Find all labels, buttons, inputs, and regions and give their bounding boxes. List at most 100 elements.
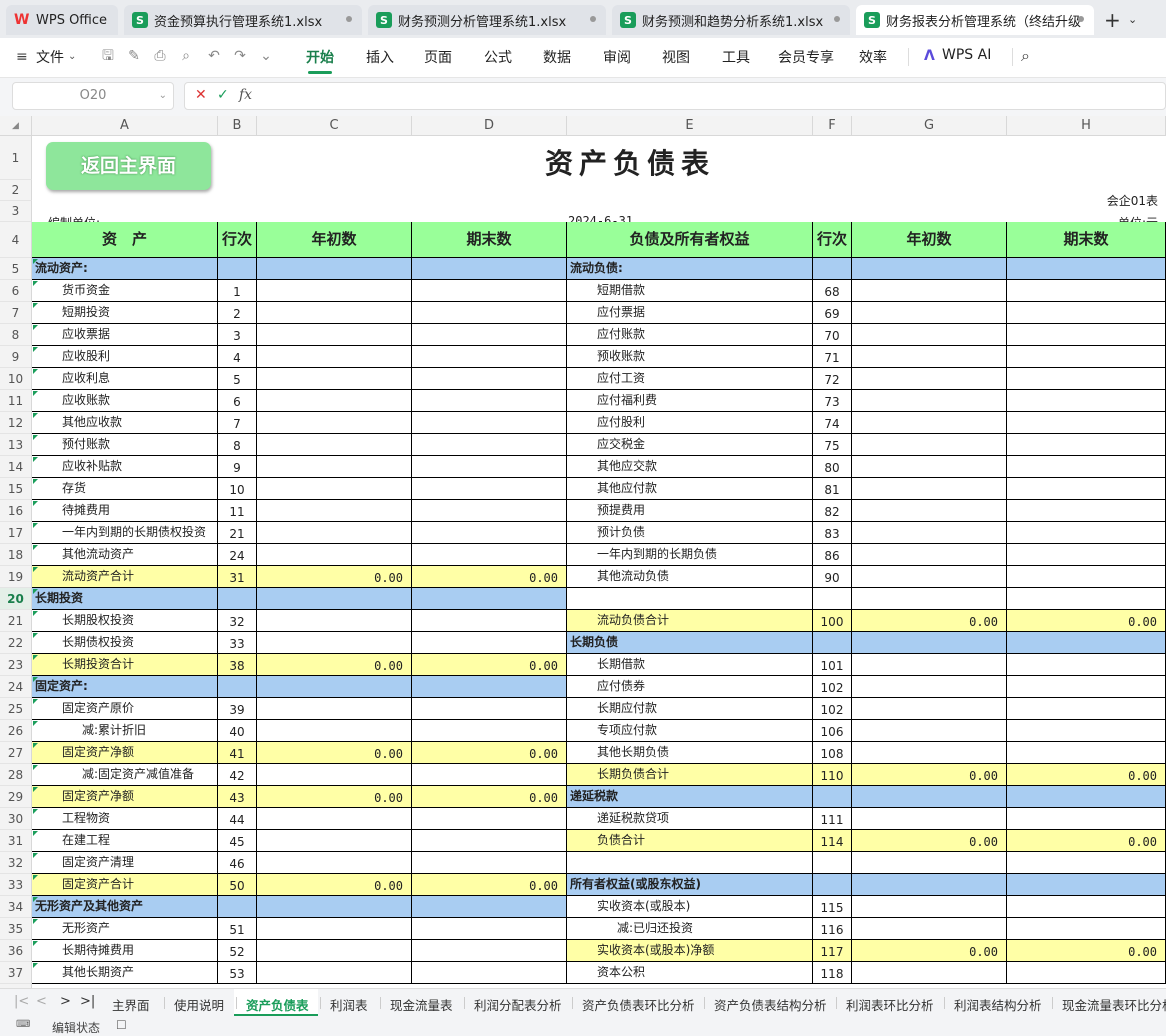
asset-closing-value[interactable] xyxy=(412,720,567,742)
asset-line-number[interactable]: 21 xyxy=(218,522,257,544)
row-header-26[interactable]: 26 xyxy=(0,720,32,742)
row-header-17[interactable]: 17 xyxy=(0,522,32,544)
row-header-33[interactable]: 33 xyxy=(0,874,32,896)
liability-line-number[interactable]: 116 xyxy=(813,918,852,940)
liability-closing-value[interactable] xyxy=(1007,412,1166,434)
menu-home[interactable]: 开始 xyxy=(306,47,334,74)
asset-closing-value[interactable] xyxy=(412,500,567,522)
asset-opening-value[interactable] xyxy=(257,764,412,786)
spreadsheet-grid[interactable]: ◢ A B C D E F G H 1 2 3 4 5 6 7 8 9 10 11 12 13 14 15 1… xyxy=(0,116,1166,988)
asset-item-label[interactable]: 长期股权投资 xyxy=(32,610,218,632)
column-header-h[interactable]: H xyxy=(1007,116,1166,136)
liability-closing-value[interactable] xyxy=(1007,632,1166,654)
asset-item-label[interactable]: 流动资产: xyxy=(32,258,218,280)
liability-item-label[interactable] xyxy=(567,852,813,874)
back-to-main-button[interactable]: 返回主界面 xyxy=(46,142,211,190)
asset-closing-value[interactable]: 0.00 xyxy=(412,742,567,764)
save-icon[interactable]: 🖫 xyxy=(100,48,116,64)
asset-opening-value[interactable] xyxy=(257,896,412,918)
asset-closing-value[interactable] xyxy=(412,346,567,368)
row-header-15[interactable]: 15 xyxy=(0,478,32,500)
asset-closing-value[interactable] xyxy=(412,918,567,940)
asset-line-number[interactable]: 31 xyxy=(218,566,257,588)
asset-opening-value[interactable] xyxy=(257,918,412,940)
liability-closing-value[interactable] xyxy=(1007,654,1166,676)
sheet-tab[interactable]: 资产负债表 xyxy=(246,995,309,1014)
liability-item-label[interactable]: 一年内到期的长期负债 xyxy=(567,544,813,566)
asset-opening-value[interactable]: 0.00 xyxy=(257,654,412,676)
asset-line-number[interactable]: 52 xyxy=(218,940,257,962)
liability-item-label[interactable]: 长期应付款 xyxy=(567,698,813,720)
asset-closing-value[interactable] xyxy=(412,478,567,500)
asset-opening-value[interactable] xyxy=(257,412,412,434)
sheet-tab[interactable]: 主界面 xyxy=(112,995,150,1014)
asset-opening-value[interactable] xyxy=(257,676,412,698)
asset-closing-value[interactable] xyxy=(412,324,567,346)
row-header-30[interactable]: 30 xyxy=(0,808,32,830)
asset-closing-value[interactable] xyxy=(412,258,567,280)
row-header-29[interactable]: 29 xyxy=(0,786,32,808)
liability-line-number[interactable]: 69 xyxy=(813,302,852,324)
liability-opening-value[interactable] xyxy=(852,258,1007,280)
asset-line-number[interactable]: 32 xyxy=(218,610,257,632)
search-icon[interactable]: ⌕ xyxy=(1021,46,1030,66)
asset-item-label[interactable]: 其他流动资产 xyxy=(32,544,218,566)
liability-item-label[interactable] xyxy=(567,588,813,610)
asset-line-number[interactable]: 7 xyxy=(218,412,257,434)
row-header-24[interactable]: 24 xyxy=(0,676,32,698)
column-title-d[interactable]: 期末数 xyxy=(412,222,567,258)
liability-item-label[interactable]: 应付票据 xyxy=(567,302,813,324)
liability-closing-value[interactable] xyxy=(1007,346,1166,368)
liability-opening-value[interactable] xyxy=(852,676,1007,698)
sheet-tab[interactable]: 资产负债表环比分析 xyxy=(582,995,695,1014)
row-header-5[interactable]: 5 xyxy=(0,258,32,280)
liability-line-number[interactable]: 75 xyxy=(813,434,852,456)
asset-line-number[interactable]: 24 xyxy=(218,544,257,566)
asset-line-number[interactable]: 39 xyxy=(218,698,257,720)
row-header-3[interactable]: 3 xyxy=(0,201,32,222)
liability-line-number[interactable]: 80 xyxy=(813,456,852,478)
sheet-tab[interactable]: 利润表 xyxy=(330,995,368,1014)
asset-opening-value[interactable] xyxy=(257,588,412,610)
liability-line-number[interactable]: 81 xyxy=(813,478,852,500)
print-icon[interactable]: ⎙ xyxy=(152,48,168,64)
asset-opening-value[interactable] xyxy=(257,632,412,654)
asset-line-number[interactable]: 8 xyxy=(218,434,257,456)
sheet-tab[interactable]: 资产负债表结构分析 xyxy=(714,995,827,1014)
asset-line-number[interactable]: 11 xyxy=(218,500,257,522)
row-header-28[interactable]: 28 xyxy=(0,764,32,786)
liability-line-number[interactable] xyxy=(813,874,852,896)
hamburger-icon[interactable]: ≡ xyxy=(16,49,28,65)
asset-item-label[interactable]: 应收账款 xyxy=(32,390,218,412)
sheet-tab[interactable]: 利润表结构分析 xyxy=(954,995,1042,1014)
asset-line-number[interactable]: 3 xyxy=(218,324,257,346)
asset-closing-value[interactable] xyxy=(412,632,567,654)
liability-item-label[interactable]: 递延税款贷项 xyxy=(567,808,813,830)
column-title-b[interactable]: 行次 xyxy=(218,222,257,258)
asset-line-number[interactable]: 46 xyxy=(218,852,257,874)
liability-closing-value[interactable] xyxy=(1007,522,1166,544)
asset-closing-value[interactable] xyxy=(412,962,567,984)
column-title-f[interactable]: 行次 xyxy=(813,222,852,258)
liability-line-number[interactable]: 72 xyxy=(813,368,852,390)
asset-item-label[interactable]: 货币资金 xyxy=(32,280,218,302)
tab-doc-active[interactable]: S 财务报表分析管理系统（终结升级 xyxy=(856,5,1094,35)
row-header-7[interactable]: 7 xyxy=(0,302,32,324)
liability-opening-value[interactable] xyxy=(852,632,1007,654)
liability-line-number[interactable]: 83 xyxy=(813,522,852,544)
asset-opening-value[interactable] xyxy=(257,346,412,368)
liability-opening-value[interactable] xyxy=(852,874,1007,896)
asset-item-label[interactable]: 应收票据 xyxy=(32,324,218,346)
row-header-1[interactable]: 1 xyxy=(0,136,32,180)
menu-formula[interactable]: 公式 xyxy=(484,47,512,67)
asset-item-label[interactable]: 应收股利 xyxy=(32,346,218,368)
liability-closing-value[interactable] xyxy=(1007,720,1166,742)
tab-list-chevron-icon[interactable]: ⌄ xyxy=(1128,13,1137,26)
liability-line-number[interactable]: 108 xyxy=(813,742,852,764)
asset-opening-value[interactable] xyxy=(257,434,412,456)
asset-line-number[interactable]: 53 xyxy=(218,962,257,984)
confirm-icon[interactable]: ✓ xyxy=(217,87,229,103)
asset-item-label[interactable]: 长期投资合计 xyxy=(32,654,218,676)
asset-closing-value[interactable] xyxy=(412,302,567,324)
liability-item-label[interactable]: 预计负债 xyxy=(567,522,813,544)
